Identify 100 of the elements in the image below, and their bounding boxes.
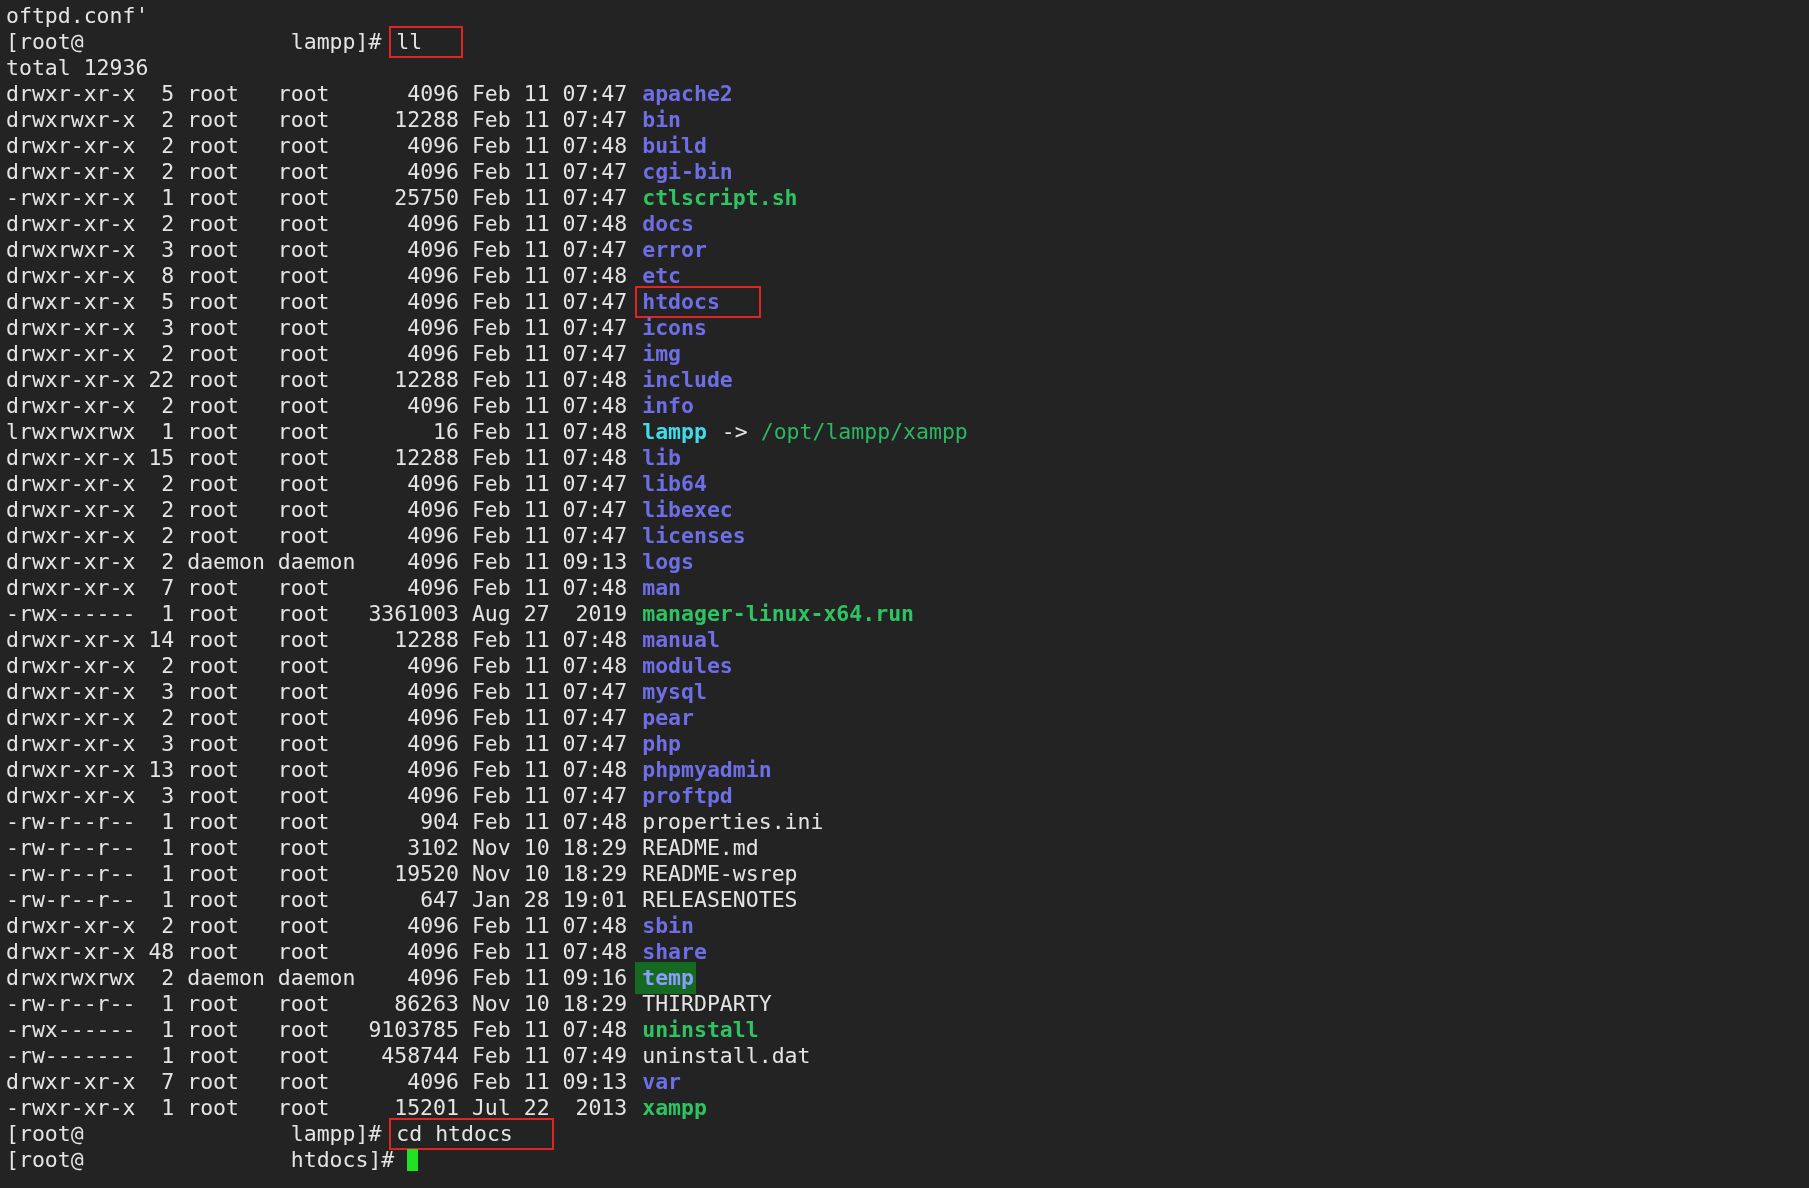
group-name: root [277,861,331,887]
owner-name: root [187,367,240,393]
owner-name: root [187,237,240,263]
group-name: root [277,497,331,523]
file-size: 19520 [393,861,459,887]
modified-date: Feb 11 07:48 [471,393,628,419]
file-permissions: -rwxr-xr-x [6,1095,136,1121]
modified-date: Feb 11 07:47 [471,783,628,809]
owner-name: root [187,653,240,679]
file-permissions: drwxr-xr-x [6,731,136,757]
prompt-user: [root@ [6,1147,84,1172]
file-permissions: -rw-r--r-- [6,861,136,887]
file-name: proftpd [641,782,734,810]
link-count: 1 [160,887,175,913]
file-size: 86263 [393,991,459,1017]
prompt-user: [root@ [6,1121,84,1146]
file-size: 4096 [406,939,459,965]
owner-name: root [187,601,240,627]
output-text: total 12936 [6,55,149,80]
link-count: 5 [160,289,175,315]
file-permissions: -rw-r--r-- [6,809,136,835]
file-size: 4096 [406,393,459,419]
file-permissions: drwxr-xr-x [6,679,136,705]
owner-name: root [187,1069,240,1095]
file-size: 4096 [406,1069,459,1095]
link-count: 2 [160,471,175,497]
owner-name: root [187,471,240,497]
file-permissions: -rwx------ [6,1017,136,1043]
file-permissions: drwxr-xr-x [6,263,136,289]
owner-name: root [187,861,240,887]
group-name: root [277,393,331,419]
group-name: root [277,939,331,965]
owner-name: root [187,991,240,1017]
link-count: 1 [160,991,175,1017]
modified-date: Feb 11 09:16 [471,965,628,991]
file-permissions: -rw-r--r-- [6,991,136,1017]
group-name: root [277,913,331,939]
group-name: root [277,367,331,393]
file-name: var [641,1068,683,1096]
file-permissions: lrwxrwxrwx [6,419,136,445]
modified-date: Feb 11 07:47 [471,523,628,549]
file-permissions: drwxr-xr-x [6,315,136,341]
file-size: 3361003 [368,601,459,627]
file-name: licenses [641,522,747,550]
owner-name: root [187,133,240,159]
file-size: 4096 [406,705,459,731]
owner-name: root [187,263,240,289]
modified-date: Nov 10 18:29 [471,991,628,1017]
group-name: root [277,1095,331,1121]
link-count: 22 [148,367,175,393]
link-count: 15 [148,445,175,471]
file-name: temp [635,962,696,994]
file-size: 4096 [406,263,459,289]
owner-name: root [187,705,240,731]
file-name: lib64 [641,470,708,498]
link-arrow: -> [721,419,748,445]
modified-date: Feb 11 09:13 [471,549,628,575]
owner-name: root [187,757,240,783]
group-name: root [277,445,331,471]
group-name: root [277,523,331,549]
file-permissions: drwxr-xr-x [6,705,136,731]
file-permissions: -rw-r--r-- [6,835,136,861]
file-name: error [641,236,708,264]
link-count: 14 [148,627,175,653]
link-count: 1 [160,185,175,211]
link-count: 1 [160,419,175,445]
group-name: root [277,627,331,653]
file-permissions: drwxr-xr-x [6,783,136,809]
group-name: root [277,185,331,211]
modified-date: Jul 22 2013 [471,1095,628,1121]
modified-date: Feb 11 07:48 [471,939,628,965]
owner-name: root [187,419,240,445]
file-permissions: drwxr-xr-x [6,757,136,783]
group-name: root [277,731,331,757]
prompt-directory: htdocs]# [290,1147,395,1172]
modified-date: Feb 11 07:48 [471,653,628,679]
link-count: 2 [160,159,175,185]
modified-date: Feb 11 07:48 [471,1017,628,1043]
link-count: 7 [160,575,175,601]
file-permissions: drwxr-xr-x [6,211,136,237]
file-size: 4096 [406,679,459,705]
modified-date: Feb 11 07:47 [471,679,628,705]
owner-name: root [187,341,240,367]
modified-date: Aug 27 2019 [471,601,628,627]
owner-name: root [187,523,240,549]
file-size: 4096 [406,523,459,549]
file-name: build [641,132,708,160]
file-permissions: -rw-r--r-- [6,887,136,913]
modified-date: Feb 11 07:48 [471,445,628,471]
file-name: uninstall.dat [641,1042,812,1070]
file-permissions: drwxr-xr-x [6,133,136,159]
file-size: 4096 [406,653,459,679]
file-permissions: -rwx------ [6,601,136,627]
owner-name: root [187,289,240,315]
group-name: root [277,471,331,497]
prompt-directory: lampp]# [290,29,382,54]
file-permissions: drwxr-xr-x [6,471,136,497]
modified-date: Feb 11 07:48 [471,809,628,835]
link-count: 2 [160,393,175,419]
modified-date: Feb 11 07:49 [471,1043,628,1069]
